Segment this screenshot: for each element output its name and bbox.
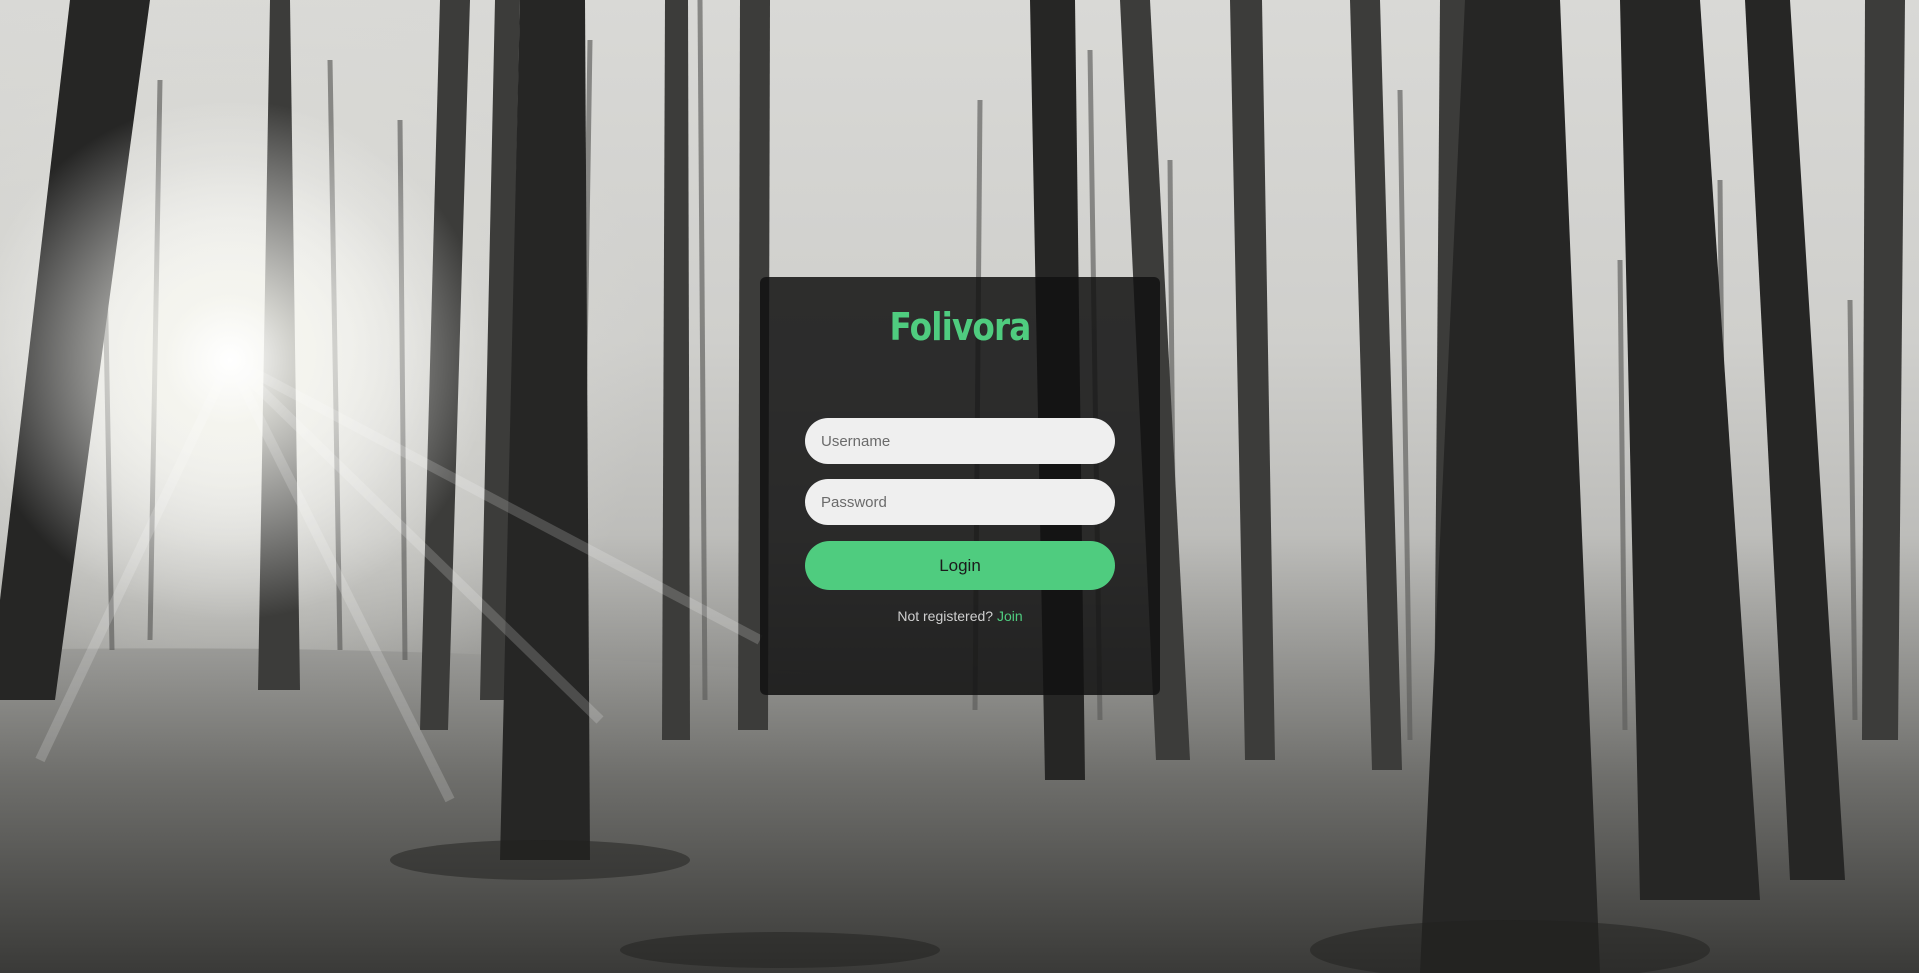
join-link[interactable]: Join: [997, 608, 1023, 624]
username-input[interactable]: [805, 418, 1115, 464]
password-input[interactable]: [805, 479, 1115, 525]
register-prompt-text: Not registered?: [897, 608, 994, 624]
login-card: Folivora Login Not registered? Join: [760, 277, 1160, 695]
brand-title: Folivora: [889, 305, 1032, 349]
register-prompt: Not registered? Join: [760, 608, 1160, 624]
login-button[interactable]: Login: [805, 541, 1115, 590]
